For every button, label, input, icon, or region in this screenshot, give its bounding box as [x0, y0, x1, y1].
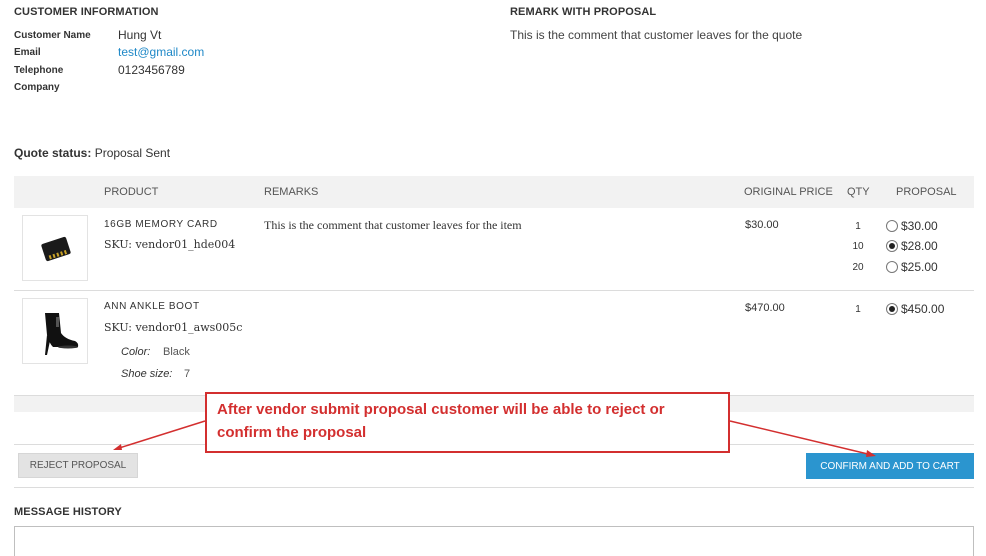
product-image-memory-card[interactable]	[22, 215, 88, 281]
qty-tier-2: 10	[852, 241, 864, 252]
email-link[interactable]: test@gmail.com	[118, 45, 204, 59]
proposal-price: $30.00	[901, 219, 938, 233]
product-name-memory-card[interactable]: 16GB MEMORY CARD	[104, 219, 218, 230]
product-sku-ankle-boot: SKU: vendor01_aws005c	[104, 321, 243, 334]
radio-button[interactable]	[886, 261, 898, 273]
option-color-value: Black	[163, 346, 190, 358]
header-product: PRODUCT	[104, 186, 159, 198]
customer-info-title: CUSTOMER INFORMATION	[14, 6, 159, 18]
header-proposal: PROPOSAL	[896, 186, 957, 198]
reject-proposal-button[interactable]: REJECT PROPOSAL	[18, 453, 138, 478]
email-label: Email	[14, 47, 41, 58]
proposal-option-1[interactable]: $30.00	[886, 219, 938, 233]
proposal-price: $450.00	[901, 302, 945, 316]
header-qty: QTY	[847, 186, 870, 198]
proposal-option-2[interactable]: $28.00	[886, 239, 938, 253]
radio-button-selected[interactable]	[886, 240, 898, 252]
original-price-memory-card: $30.00	[745, 219, 779, 231]
quote-status-value: Proposal Sent	[94, 146, 171, 160]
message-history-box[interactable]	[14, 526, 974, 556]
item-remark-memory-card: This is the comment that customer leaves…	[264, 218, 522, 232]
telephone-value: 0123456789	[118, 63, 185, 77]
confirm-add-to-cart-button[interactable]: CONFIRM AND ADD TO CART	[806, 453, 974, 479]
proposal-price: $28.00	[901, 239, 938, 253]
product-image-ankle-boot[interactable]	[22, 298, 88, 364]
company-label: Company	[14, 82, 60, 93]
radio-button[interactable]	[886, 220, 898, 232]
table-header: PRODUCT REMARKS ORIGINAL PRICE QTY PROPO…	[14, 176, 974, 208]
proposal-option-3[interactable]: $25.00	[886, 260, 938, 274]
product-sku-memory-card: SKU: vendor01_hde004	[104, 238, 236, 251]
message-history-title: MESSAGE HISTORY	[14, 506, 122, 518]
quote-status: Quote status: Proposal Sent	[14, 146, 170, 160]
proposal-price: $25.00	[901, 260, 938, 274]
product-name-ankle-boot[interactable]: ANN ANKLE BOOT	[104, 301, 200, 312]
option-size-value: 7	[184, 368, 191, 380]
quote-status-label: Quote status:	[14, 146, 92, 160]
option-color-label: Color:	[121, 346, 151, 358]
remark-text: This is the comment that customer leaves…	[510, 28, 803, 42]
qty-tier-1: 1	[855, 221, 861, 232]
annotation-callout: After vendor submit proposal customer wi…	[205, 392, 730, 453]
customer-name-label: Customer Name	[14, 30, 91, 41]
section-divider	[14, 487, 974, 488]
option-size-label: Shoe size:	[121, 368, 173, 380]
row-divider	[14, 290, 974, 291]
telephone-label: Telephone	[14, 65, 64, 76]
proposal-option-boot[interactable]: $450.00	[886, 302, 944, 316]
qty-tier-3: 20	[852, 262, 864, 273]
header-original-price: ORIGINAL PRICE	[744, 186, 833, 198]
header-remarks: REMARKS	[264, 186, 319, 198]
remark-title: REMARK WITH PROPOSAL	[510, 6, 657, 18]
customer-name-value: Hung Vt	[118, 28, 162, 42]
original-price-ankle-boot: $470.00	[745, 302, 785, 314]
qty-boot: 1	[855, 304, 861, 315]
radio-button-selected[interactable]	[886, 303, 898, 315]
